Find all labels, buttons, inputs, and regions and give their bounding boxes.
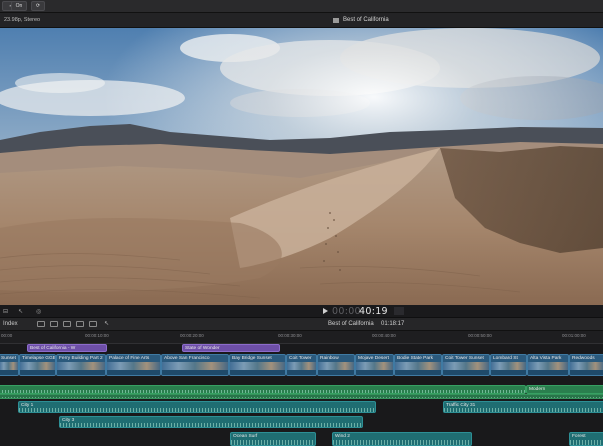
on-button[interactable]: On	[11, 1, 27, 11]
project-duration: 01:18:17	[381, 321, 405, 327]
background-tasks-button[interactable]: ⟳	[31, 1, 45, 11]
audio-clip[interactable]: City 3	[59, 416, 363, 428]
clip-label: Coit Tower Sunset	[445, 356, 484, 361]
ruler-tick: 00:00:40:00	[372, 333, 396, 338]
layout-icon[interactable]: ⊟	[3, 308, 8, 315]
video-viewer[interactable]	[0, 28, 603, 305]
title-clip[interactable]: Best of California - W	[27, 344, 107, 352]
ruler-tick: 00:00:50:00	[468, 333, 492, 338]
music-clip-lane[interactable]	[0, 394, 603, 399]
viewer-header: 23.98p, Stereo Best of California	[0, 13, 603, 28]
overwrite-clip-icon[interactable]	[89, 321, 97, 327]
ruler-tick: 00:00:20:00	[180, 333, 204, 338]
clip-label: Bodie State Park	[397, 356, 433, 361]
clip-label: State of Wonder	[185, 346, 220, 351]
clip-appearance-icon[interactable]	[37, 321, 45, 327]
clip-label: Sunset	[1, 356, 16, 361]
clip-label: Ferry Building Part 2	[59, 356, 103, 361]
ruler-tick: 00:00:10:00	[85, 333, 109, 338]
insert-clip-icon[interactable]	[63, 321, 71, 327]
video-clip[interactable]: Above San Francisco	[161, 354, 229, 376]
clip-label: Redwoods	[572, 356, 595, 361]
music-clip[interactable]: Modern	[526, 385, 603, 394]
title-clip[interactable]: State of Wonder	[182, 344, 280, 352]
timeline[interactable]: Best of California - W State of Wonder S…	[0, 344, 603, 446]
audio-clip[interactable]: Wind 2	[332, 432, 472, 446]
append-clip-icon[interactable]	[76, 321, 84, 327]
viewer-title: Best of California	[343, 17, 389, 23]
clip-label: Modern	[529, 387, 546, 392]
video-clip[interactable]: Rainbow	[317, 354, 355, 376]
audio-clip[interactable]: Ocean Surf	[230, 432, 316, 446]
settings-icon[interactable]: ◎	[36, 308, 41, 315]
video-clip[interactable]: Sunset	[0, 354, 19, 376]
cursor-icon[interactable]: ↖	[104, 320, 112, 327]
connect-clip-icon[interactable]	[50, 321, 58, 327]
ruler-tick: 00:00:30:00	[278, 333, 302, 338]
timeline-ruler[interactable]: 00:00 00:00:10:00 00:00:20:00 00:00:30:0…	[0, 331, 603, 344]
video-clip[interactable]: Mojave Desert	[355, 354, 394, 376]
clapper-icon	[333, 18, 339, 23]
timecode-display: 40:19	[359, 306, 388, 317]
video-clip[interactable]: Bodie State Park	[394, 354, 442, 376]
video-clip[interactable]: Bay Bridge Sunset	[229, 354, 286, 376]
audio-clip[interactable]: Traffic City 31	[443, 401, 603, 413]
top-toolbar: ✓ On ⟳	[0, 0, 603, 13]
audio-clip[interactable]: Forest	[569, 432, 603, 446]
clip-label: Best of California - W	[30, 346, 76, 351]
clip-label: Palace of Fine Arts	[109, 356, 150, 361]
project-name: Best of California	[328, 321, 374, 327]
select-tool-icon[interactable]: ↖	[18, 308, 23, 315]
format-label: 23.98p, Stereo	[4, 17, 41, 23]
video-clip[interactable]: Timelapse GGB	[19, 354, 56, 376]
video-clip[interactable]: Palace of Fine Arts	[106, 354, 161, 376]
play-icon[interactable]	[323, 308, 328, 314]
timeline-header: Index ↖ Best of California 01:18:17	[0, 318, 603, 331]
clip-label: Lombard St	[493, 356, 518, 361]
video-clip[interactable]: Coit Tower	[286, 354, 317, 376]
desert-frame	[0, 28, 603, 305]
fullscreen-icon[interactable]	[394, 307, 404, 315]
clip-label: Timelapse GGB	[22, 356, 56, 361]
video-clip[interactable]: Alta Vista Park	[527, 354, 569, 376]
clip-label: Above San Francisco	[164, 356, 210, 361]
clip-label: Coit Tower	[289, 356, 312, 361]
video-clip[interactable]: Ferry Building Part 2	[56, 354, 106, 376]
playback-bar: ⊟ ↖ ◎ 00:00 40:19	[0, 305, 603, 318]
music-clip[interactable]	[0, 385, 526, 394]
clip-label: Alta Vista Park	[530, 356, 562, 361]
clip-label: Rainbow	[320, 356, 339, 361]
clip-label: Mojave Desert	[358, 356, 389, 361]
timecode-hours: 00:00	[332, 306, 361, 317]
video-clip[interactable]: Redwoods	[569, 354, 603, 376]
ruler-tick: 00:01:00:00	[562, 333, 586, 338]
video-clip[interactable]: Lombard St	[490, 354, 527, 376]
ruler-tick: 00:00	[1, 333, 13, 338]
timeline-index-button[interactable]: Index	[3, 321, 18, 327]
clip-label: Bay Bridge Sunset	[232, 356, 272, 361]
video-clip[interactable]: Coit Tower Sunset	[442, 354, 490, 376]
audio-clip[interactable]: City 1	[18, 401, 376, 413]
